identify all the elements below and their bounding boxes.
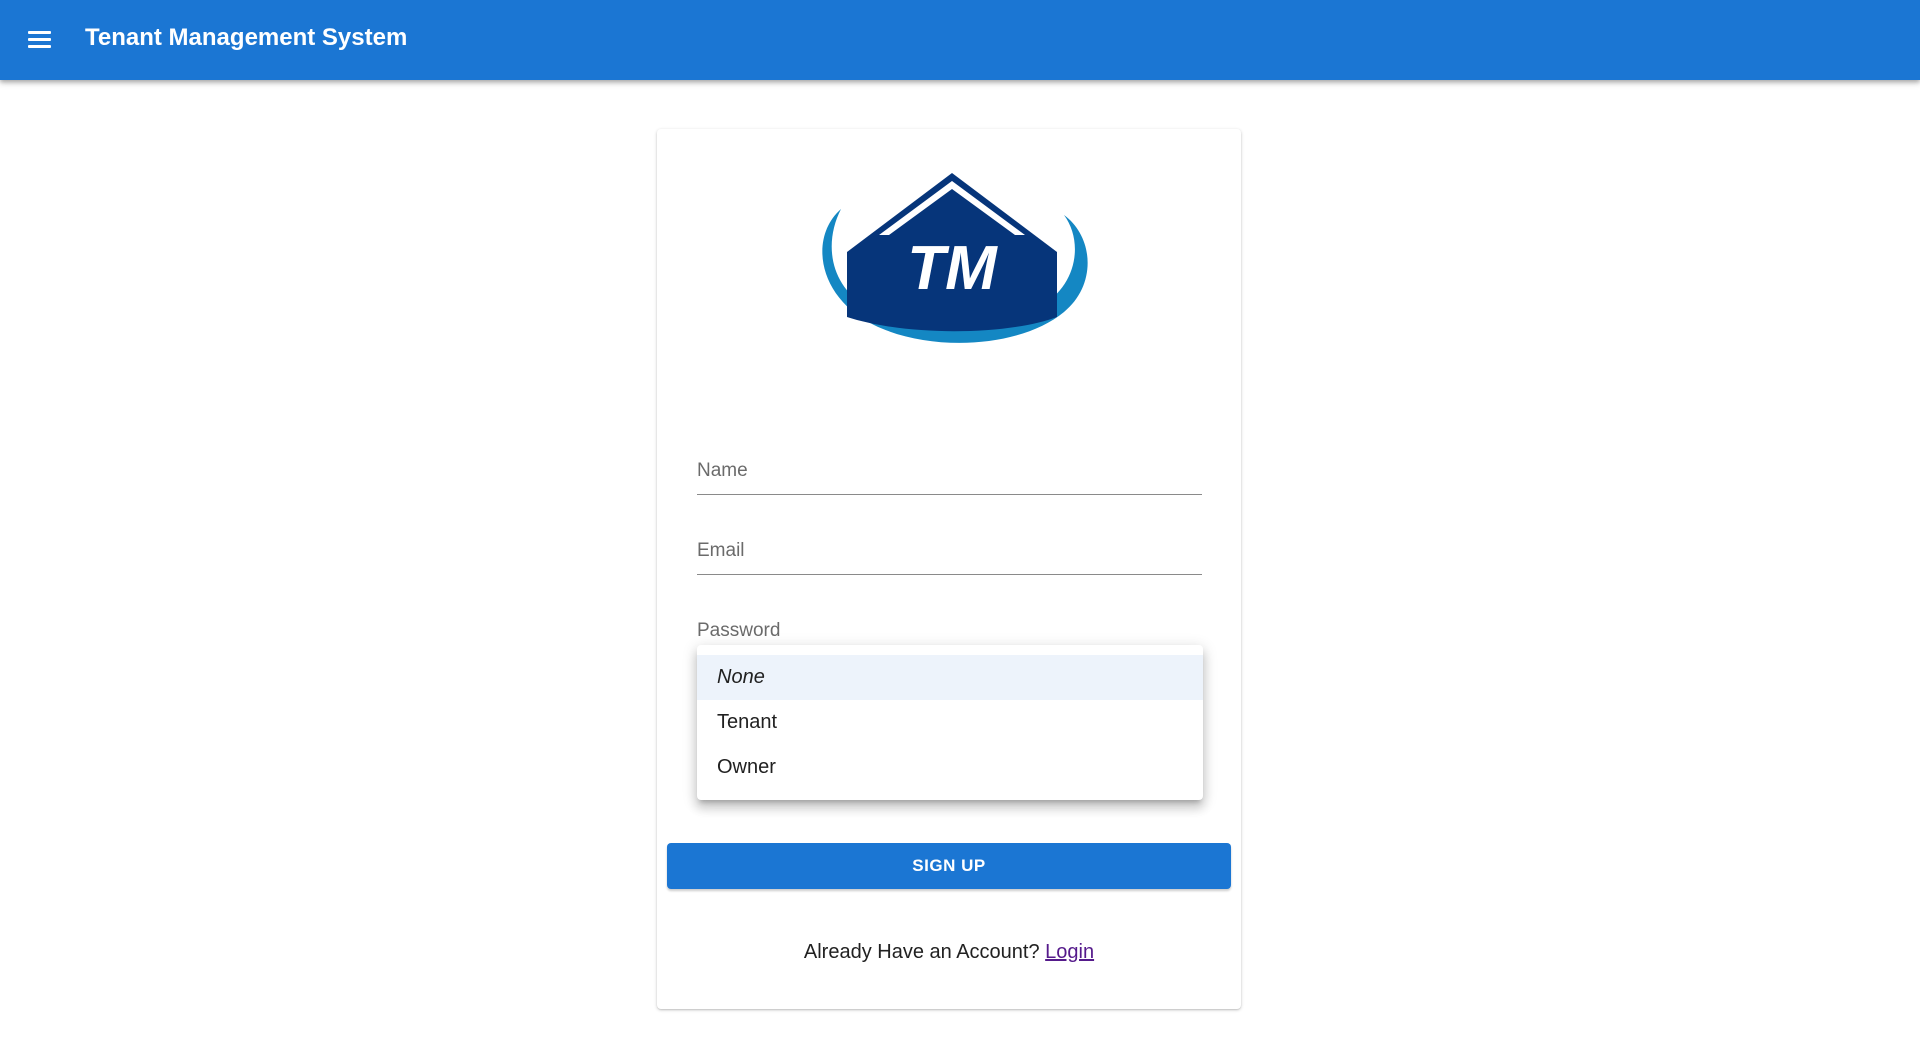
role-option-owner[interactable]: Owner: [697, 745, 1203, 790]
app-title: Tenant Management System: [85, 24, 408, 51]
password-label: Password: [697, 620, 781, 641]
name-label: Name: [697, 460, 748, 481]
logo-text: TM: [907, 234, 998, 303]
role-dropdown-menu: None Tenant Owner: [697, 645, 1203, 800]
login-prompt: Already Have an Account? Login: [657, 941, 1241, 964]
login-link[interactable]: Login: [1045, 941, 1094, 963]
app-bar: Tenant Management System: [0, 0, 1920, 80]
name-field[interactable]: Name: [697, 454, 1202, 495]
role-option-none[interactable]: None: [697, 655, 1203, 700]
menu-icon[interactable]: [26, 29, 54, 51]
email-label: Email: [697, 540, 745, 561]
email-field[interactable]: Email: [697, 534, 1202, 575]
house-logo-icon: TM: [822, 173, 1088, 343]
role-option-tenant[interactable]: Tenant: [697, 700, 1203, 745]
signup-card: TM Name Email Password SIGN UP Already H…: [657, 129, 1241, 1009]
login-prompt-text: Already Have an Account?: [803, 941, 1040, 963]
signup-button[interactable]: SIGN UP: [667, 843, 1231, 889]
